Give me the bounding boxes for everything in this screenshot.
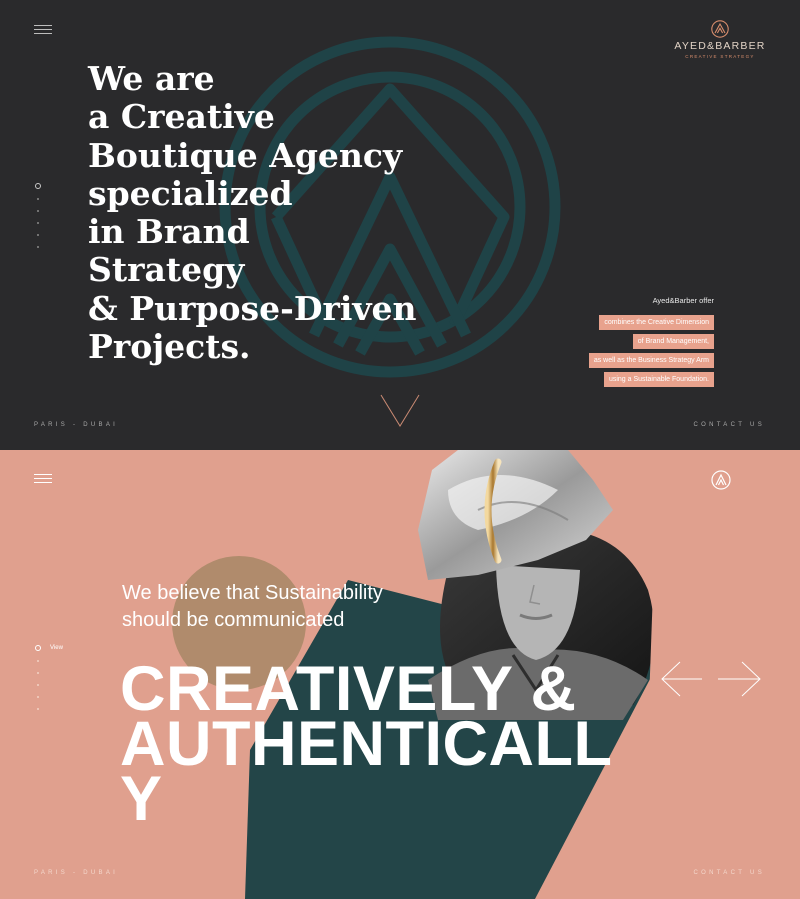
- ab-monogram-icon: [711, 20, 729, 38]
- headline-line: Boutique Agency: [88, 135, 403, 175]
- pagination-dot[interactable]: [37, 696, 39, 698]
- sustainability-subheadline: We believe that Sustainability should be…: [122, 580, 452, 634]
- slide-pagination[interactable]: [35, 645, 41, 720]
- offer-line: using a Sustainable Foundation.: [603, 372, 714, 387]
- chevron-down-icon[interactable]: [380, 394, 420, 428]
- offer-line: combines the Creative Dimension: [599, 315, 714, 330]
- headline-line: Strategy: [88, 250, 245, 290]
- pagination-dot[interactable]: [37, 246, 39, 248]
- pagination-dot[interactable]: [37, 660, 39, 662]
- subheadline-line: should be communicated: [122, 609, 345, 631]
- offer-description: Ayed&Barber offer combines the Creative …: [588, 296, 714, 387]
- pagination-active-dot[interactable]: [35, 645, 41, 651]
- slide-pagination[interactable]: [35, 183, 41, 258]
- contact-us-link[interactable]: CONTACT US: [694, 422, 765, 428]
- subheadline-line: We believe that Sustainability: [122, 582, 383, 604]
- headline-line: specialized: [88, 173, 293, 213]
- arrow-right-icon[interactable]: [718, 661, 761, 697]
- pagination-dot[interactable]: [37, 672, 39, 674]
- pagination-dot[interactable]: [37, 234, 39, 236]
- pagination-active-dot[interactable]: [35, 183, 41, 189]
- headline-line: We are: [88, 59, 215, 98]
- headline-line: Projects.: [88, 327, 251, 367]
- view-label[interactable]: View: [50, 645, 63, 651]
- pagination-dot[interactable]: [37, 684, 39, 686]
- pagination-dot[interactable]: [37, 210, 39, 212]
- headline-line: a Creative: [88, 97, 275, 137]
- location-label: PARIS - DUBAI: [34, 870, 119, 876]
- pagination-dot[interactable]: [37, 708, 39, 710]
- brand-logo[interactable]: AYED&BARBER CREATIVE STRATEGY: [670, 20, 770, 59]
- offer-intro: Ayed&Barber offer: [652, 296, 714, 305]
- hamburger-menu-icon[interactable]: [34, 25, 52, 35]
- slider-arrows: [661, 661, 761, 697]
- contact-us-link[interactable]: CONTACT US: [694, 870, 765, 876]
- pagination-dot[interactable]: [37, 222, 39, 224]
- headline-line: & Purpose-Driven: [88, 288, 417, 328]
- logo-tagline: CREATIVE STRATEGY: [685, 54, 755, 59]
- headline-line: in Brand: [88, 212, 250, 252]
- offer-line: as well as the Business Strategy Arm: [588, 353, 714, 368]
- logo-wordmark: AYED&BARBER: [674, 40, 766, 52]
- arrow-left-icon[interactable]: [661, 661, 702, 697]
- hero-dark-section: AYED&BARBER CREATIVE STRATEGY We are a C…: [0, 0, 800, 450]
- hero-headline: We are a Creative Boutique Agency specia…: [88, 59, 418, 367]
- location-label: PARIS - DUBAI: [34, 422, 119, 428]
- pagination-dot[interactable]: [37, 198, 39, 200]
- mega-line: Y: [120, 764, 163, 834]
- hero-pink-section: We believe that Sustainability should be…: [0, 450, 800, 899]
- mega-line: AUTHENTICALL: [120, 709, 613, 779]
- offer-line: of Brand Management,: [632, 334, 714, 349]
